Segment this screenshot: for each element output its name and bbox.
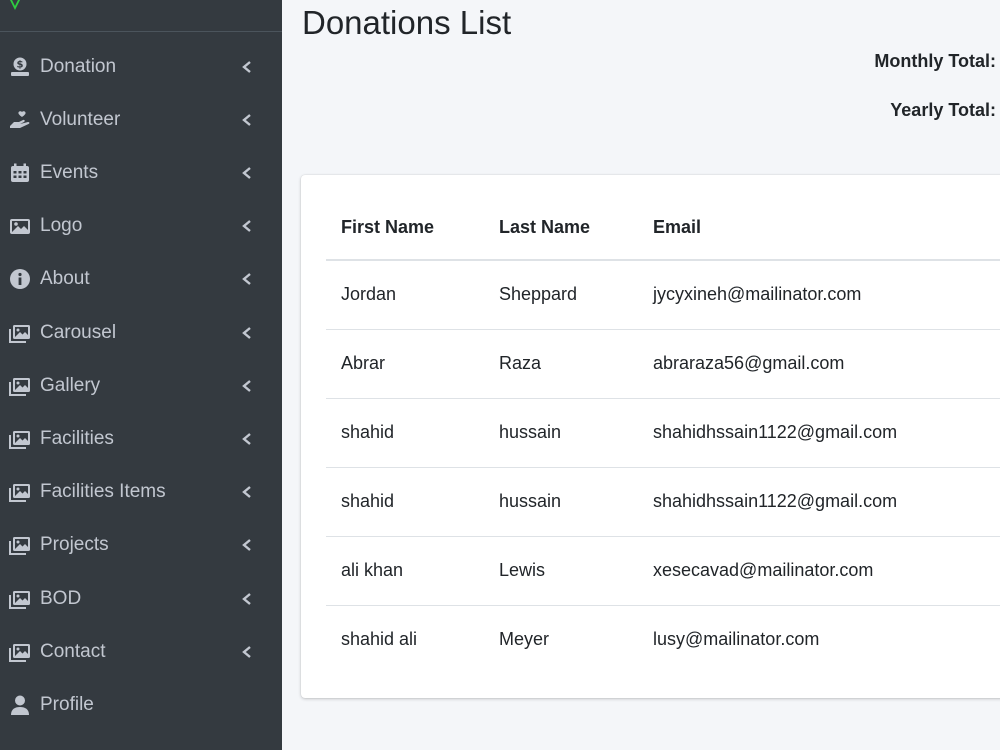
chevron-left-icon[interactable]	[241, 219, 253, 233]
cell-first-name: shahid	[326, 398, 484, 468]
cell-email: shahidhssain1122@gmail.com	[638, 467, 1000, 537]
sidebar-item-label: Projects	[40, 534, 109, 556]
user-icon	[9, 694, 31, 716]
images-icon	[9, 428, 31, 450]
sidebar-item-projects[interactable]: Projects	[0, 519, 282, 572]
calendar-icon	[9, 162, 31, 184]
cell-last-name: hussain	[484, 467, 638, 537]
sidebar-item-label: About	[40, 268, 90, 290]
images-icon	[9, 322, 31, 344]
images-icon	[9, 375, 31, 397]
svg-text:$: $	[17, 59, 24, 70]
brand-logo-icon[interactable]	[8, 0, 22, 12]
chevron-left-icon[interactable]	[241, 538, 253, 552]
cell-last-name: Lewis	[484, 536, 638, 606]
chevron-left-icon[interactable]	[241, 60, 253, 74]
sidebar-item-carousel[interactable]: Carousel	[0, 306, 282, 359]
sidebar-item-label: Carousel	[40, 321, 117, 343]
donate-icon: $	[9, 56, 31, 78]
cell-first-name: Abrar	[326, 329, 484, 399]
images-icon	[9, 588, 31, 610]
cell-email: abraraza56@gmail.com	[638, 329, 1000, 399]
table-body: Jordan Sheppard jycyxineh@mailinator.com Ab…	[326, 260, 1000, 674]
table-row[interactable]: Abrar Raza abraraza56@gmail.com	[326, 329, 1000, 399]
chevron-left-icon[interactable]	[241, 272, 253, 286]
yearly-total-label: Yearly Total:	[890, 100, 996, 120]
chevron-left-icon[interactable]	[241, 592, 253, 606]
chevron-left-icon[interactable]	[241, 645, 253, 659]
hand-heart-icon	[9, 109, 31, 131]
page-title: Donations List	[302, 4, 512, 41]
monthly-total-label: Monthly Total:	[874, 51, 996, 71]
sidebar-item-events[interactable]: Events	[0, 146, 282, 199]
cell-first-name: shahid	[326, 467, 484, 537]
sidebar-item-donation[interactable]: $ Donation	[0, 40, 282, 93]
info-circle-icon	[9, 268, 31, 290]
sidebar-item-label: Gallery	[40, 374, 101, 396]
cell-first-name: Jordan	[326, 260, 484, 330]
sidebar-item-volunteer[interactable]: Volunteer	[0, 93, 282, 146]
table-row[interactable]: shahid ali Meyer lusy@mailinator.com	[326, 605, 1000, 674]
cell-email: jycyxineh@mailinator.com	[638, 260, 1000, 330]
sidebar-item-gallery[interactable]: Gallery	[0, 359, 282, 412]
sidebar-item-label: BOD	[40, 587, 82, 609]
sidebar-item-label: Profile	[40, 693, 94, 715]
cell-email: shahidhssain1122@gmail.com	[638, 398, 1000, 468]
sidebar-item-label: Events	[40, 161, 99, 183]
table-row[interactable]: shahid hussain shahidhssain1122@gmail.com	[326, 467, 1000, 537]
sidebar-item-profile[interactable]: Profile	[0, 678, 282, 731]
column-header-first-name[interactable]: First Name	[326, 195, 484, 261]
donations-table: First Name Last Name Email Jordan Sheppar…	[326, 195, 1000, 674]
donations-card: First Name Last Name Email Jordan Sheppar…	[301, 175, 1000, 698]
chevron-left-icon[interactable]	[241, 432, 253, 446]
chevron-left-icon[interactable]	[241, 379, 253, 393]
chevron-left-icon[interactable]	[241, 166, 253, 180]
cell-email: xesecavad@mailinator.com	[638, 536, 1000, 606]
sidebar-item-bod[interactable]: BOD	[0, 572, 282, 625]
chevron-left-icon[interactable]	[241, 485, 253, 499]
cell-last-name: Meyer	[499, 629, 550, 650]
cell-first-name: shahid ali	[341, 629, 418, 650]
image-icon	[9, 215, 31, 237]
column-header-last-name[interactable]: Last Name	[484, 195, 638, 261]
sidebar-item-logo[interactable]: Logo	[0, 200, 282, 253]
sidebar-item-label: Contact	[40, 640, 106, 662]
images-icon	[9, 534, 31, 556]
cell-last-name: hussain	[484, 398, 638, 468]
sidebar-item-label: Logo	[40, 215, 83, 237]
sidebar-item-facilities[interactable]: Facilities	[0, 412, 282, 465]
images-icon	[9, 641, 31, 663]
main-content: Donations List Monthly Total: Yearly Tot…	[282, 0, 1000, 750]
cell-last-name: Raza	[484, 329, 638, 399]
cell-last-name: Sheppard	[484, 260, 638, 330]
sidebar-item-label: Volunteer	[40, 108, 121, 130]
sidebar-item-facilities-items[interactable]: Facilities Items	[0, 466, 282, 519]
brand-area	[0, 0, 282, 32]
sidebar-item-label: Donation	[40, 55, 117, 77]
table-header-row: First Name Last Name Email	[326, 195, 1000, 261]
sidebar-item-label: Facilities	[40, 427, 114, 449]
table-row[interactable]: shahid hussain shahidhssain1122@gmail.com	[326, 398, 1000, 468]
table-row[interactable]: Jordan Sheppard jycyxineh@mailinator.com	[326, 260, 1000, 330]
sidebar: $ Donation Volunteer Events Logo About Carouse…	[0, 0, 282, 750]
chevron-left-icon[interactable]	[241, 326, 253, 340]
column-header-email[interactable]: Email	[638, 195, 1000, 261]
sidebar-item-label: Facilities Items	[40, 481, 166, 503]
images-icon	[9, 481, 31, 503]
cell-email: lusy@mailinator.com	[653, 629, 820, 650]
sidebar-item-contact[interactable]: Contact	[0, 625, 282, 678]
cell-first-name: ali khan	[326, 536, 484, 606]
sidebar-item-about[interactable]: About	[0, 253, 282, 306]
table-row[interactable]: ali khan Lewis xesecavad@mailinator.com	[326, 536, 1000, 606]
chevron-left-icon[interactable]	[241, 113, 253, 127]
